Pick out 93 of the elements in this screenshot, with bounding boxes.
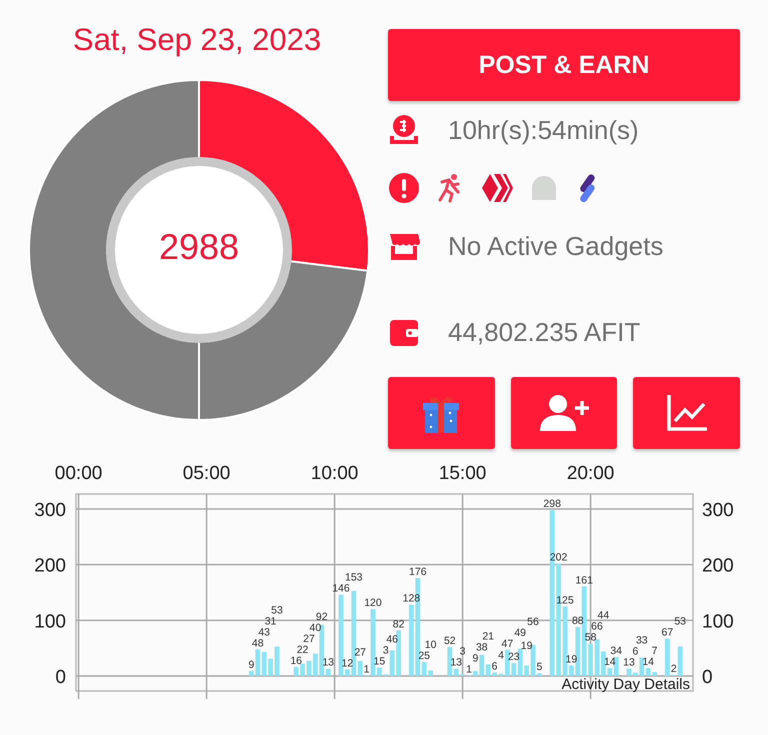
step-count: 2988 xyxy=(158,226,240,268)
activity-bar xyxy=(626,668,632,676)
bar-value-label: 3 xyxy=(382,644,389,657)
bar-value-label: 3 xyxy=(460,646,466,658)
axis-tick-label: 100 xyxy=(34,611,66,632)
axis-tick-label: 0 xyxy=(702,666,713,688)
bar-value-label: 23 xyxy=(508,651,520,664)
bar-value-label: 15 xyxy=(374,656,386,668)
bar-value-label: 14 xyxy=(604,656,616,668)
alert-icon xyxy=(388,172,420,204)
line-chart-icon xyxy=(664,393,709,433)
bar-value-label: 49 xyxy=(514,626,526,639)
bar-value-label: 48 xyxy=(252,637,264,650)
bar-value-label: 128 xyxy=(402,592,420,605)
bar-value-label: 46 xyxy=(386,634,398,646)
axis-tick-label: 100 xyxy=(702,611,734,632)
bar-value-label: 153 xyxy=(345,572,363,584)
date-label: Sat, Sep 23, 2023 xyxy=(72,22,322,58)
bar-value-label: 9 xyxy=(248,658,254,671)
bar-value-label: 40 xyxy=(310,622,322,634)
activity-bar xyxy=(530,644,536,676)
chevron-diamond-icon xyxy=(480,172,514,204)
bar-value-label: 125 xyxy=(556,594,574,606)
bar-value-label: 298 xyxy=(543,498,561,510)
bar-value-label: 38 xyxy=(476,641,488,654)
bar-value-label: 2 xyxy=(670,662,677,675)
bar-value-label: 14 xyxy=(642,656,654,668)
bar-value-label: 13 xyxy=(322,656,334,669)
timer-text: 10hr(s):54min(s) xyxy=(448,114,639,146)
bar-value-label: 146 xyxy=(332,582,350,595)
bar-value-label: 161 xyxy=(575,574,593,586)
bar-value-label: 47 xyxy=(502,638,514,650)
bar-value-label: 22 xyxy=(296,644,308,656)
axis-tick-label: 0 xyxy=(55,666,66,688)
bar-value-label: 44 xyxy=(598,610,610,622)
add-user-button[interactable] xyxy=(510,377,618,449)
bar-value-label: 58 xyxy=(584,632,596,644)
bar-value-label: 67 xyxy=(662,626,674,639)
time-tick-label: 15:00 xyxy=(438,463,486,484)
chart-button[interactable] xyxy=(633,377,740,449)
bar-value-label: 82 xyxy=(392,618,404,630)
bar-value-label: 53 xyxy=(271,604,283,616)
bar-value-label: 19 xyxy=(566,653,578,666)
bar-value-label: 27 xyxy=(303,633,315,646)
post-earn-button[interactable]: POST & EARN xyxy=(388,29,740,101)
activity-bar xyxy=(537,673,542,676)
gadgets-text: No Active Gadgets xyxy=(448,230,664,262)
add-user-icon xyxy=(538,393,590,433)
time-tick-label: 10:00 xyxy=(310,463,358,484)
bar-value-label: 7 xyxy=(652,645,658,658)
time-tick-label: 20:00 xyxy=(566,463,614,484)
activity-bar xyxy=(594,639,600,676)
bar-value-label: 9 xyxy=(472,652,478,664)
bar-value-label: 176 xyxy=(409,566,427,578)
bar-value-label: 1 xyxy=(466,663,472,676)
bar-value-label: 27 xyxy=(354,646,366,658)
activity-bar xyxy=(562,606,568,676)
bar-value-label: 21 xyxy=(482,630,494,642)
bar-value-label: 31 xyxy=(264,615,276,628)
bar-value-label: 120 xyxy=(364,597,382,610)
bar-value-label: 33 xyxy=(636,634,648,647)
bar-value-label: 88 xyxy=(572,615,584,627)
axis-tick-label: 200 xyxy=(702,556,734,577)
bar-value-label: 6 xyxy=(492,660,498,673)
bar-value-label: 43 xyxy=(258,626,270,638)
bar-value-label: 5 xyxy=(536,661,542,674)
bar-value-label: 66 xyxy=(591,620,603,633)
bar-value-label: 25 xyxy=(418,650,430,662)
bar-value-label: 34 xyxy=(610,645,622,658)
coin-icon xyxy=(388,114,420,146)
activity-bar xyxy=(274,646,280,676)
bar-value-label: 202 xyxy=(550,552,568,564)
bar-value-label: 13 xyxy=(450,656,462,669)
bar-value-label: 1 xyxy=(364,663,370,676)
activity-bar xyxy=(498,674,504,676)
bar-value-label: 4 xyxy=(498,650,504,662)
bar-value-label: 52 xyxy=(444,635,456,648)
axis-tick-label: 300 xyxy=(702,500,734,522)
bar-value-label: 56 xyxy=(527,616,539,628)
bar-value-label: 10 xyxy=(424,639,436,652)
bar-value-label: 92 xyxy=(316,611,328,624)
bar-value-label: 12 xyxy=(342,657,354,670)
bar-value-label: 19 xyxy=(520,640,532,652)
axis-tick-label: 200 xyxy=(34,556,66,577)
bar-value-label: 16 xyxy=(290,655,302,668)
time-tick-label: 05:00 xyxy=(182,463,230,484)
axis-tick-label: 300 xyxy=(34,500,66,522)
bar-value-label: 53 xyxy=(674,616,686,628)
balance-text: 44,802.235 AFIT xyxy=(448,316,640,348)
bar-value-label: 13 xyxy=(623,656,635,669)
time-tick-label: 00:00 xyxy=(54,463,102,484)
chart-description: Activity Day Details xyxy=(562,676,690,693)
bar-value-label: 6 xyxy=(632,646,638,658)
